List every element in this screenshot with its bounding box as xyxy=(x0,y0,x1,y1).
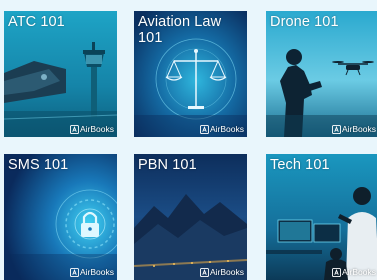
publisher-name: AirBooks xyxy=(209,267,244,277)
airbooks-logo-icon xyxy=(331,267,341,277)
airbooks-logo-icon xyxy=(199,267,209,277)
publisher-name: AirBooks xyxy=(79,267,114,277)
course-title: SMS 101 xyxy=(8,157,69,173)
publisher-name: AirBooks xyxy=(341,124,376,134)
publisher-badge: AirBooks xyxy=(331,267,376,277)
course-card-tech[interactable]: Tech 101 AirBooks xyxy=(266,154,377,280)
publisher-badge: AirBooks xyxy=(199,267,244,277)
course-title: Aviation Law 101 xyxy=(138,14,222,46)
publisher-badge: AirBooks xyxy=(69,267,114,277)
course-card-atc[interactable]: ATC 101 AirBooks xyxy=(4,11,117,137)
course-card-drone[interactable]: Drone 101 AirBooks xyxy=(266,11,377,137)
airbooks-logo-icon xyxy=(331,124,341,134)
airbooks-logo-icon xyxy=(69,124,79,134)
publisher-badge: AirBooks xyxy=(199,124,244,134)
course-title: PBN 101 xyxy=(138,157,197,173)
airbooks-logo-icon xyxy=(199,124,209,134)
publisher-name: AirBooks xyxy=(341,267,376,277)
publisher-badge: AirBooks xyxy=(69,124,114,134)
airbooks-logo-icon xyxy=(69,267,79,277)
publisher-name: AirBooks xyxy=(209,124,244,134)
publisher-name: AirBooks xyxy=(79,124,114,134)
course-title: Drone 101 xyxy=(270,14,339,30)
course-card-sms[interactable]: SMS 101 AirBooks xyxy=(4,154,117,280)
course-card-aviation-law[interactable]: Aviation Law 101 AirBooks xyxy=(134,11,247,137)
course-title: ATC 101 xyxy=(8,14,65,30)
course-card-pbn[interactable]: PBN 101 AirBooks xyxy=(134,154,247,280)
course-title: Tech 101 xyxy=(270,157,330,173)
publisher-badge: AirBooks xyxy=(331,124,376,134)
